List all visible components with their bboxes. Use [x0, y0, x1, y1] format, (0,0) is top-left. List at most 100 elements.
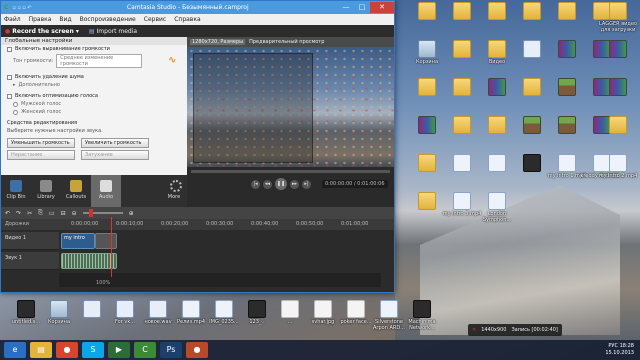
menu-tools[interactable]: Сервис [144, 16, 166, 23]
menu-playback[interactable]: Воспроизведение [80, 16, 136, 23]
menu-help[interactable]: Справка [174, 16, 200, 23]
tray-time[interactable]: 18:28 [620, 343, 634, 349]
skype-icon[interactable]: S [82, 342, 104, 358]
desktop-icon[interactable]: LAGGER видео для загрузки [596, 2, 640, 33]
undo-icon[interactable]: ↶ [5, 210, 10, 217]
pause-icon[interactable]: ❚❚ [275, 178, 287, 190]
tab-audio[interactable]: Audio [91, 175, 121, 207]
voice-optimization-row[interactable]: Включить оптимизацию голоса [1, 92, 187, 100]
video-clip-2[interactable] [95, 233, 117, 249]
menu-file[interactable]: Файл [4, 16, 21, 23]
mp4-icon [609, 154, 627, 172]
recorder-icon[interactable]: ● [186, 342, 208, 358]
audio-track-header[interactable]: Звук 1 [1, 252, 59, 270]
split-icon[interactable]: ⊟ [61, 210, 66, 217]
desktop-icon[interactable] [596, 116, 640, 135]
tab-library[interactable]: Library [31, 175, 61, 207]
camtasia-logo-icon: C [4, 4, 9, 11]
close-button[interactable]: ✕ [370, 2, 394, 13]
tracks-menu[interactable]: Дорожки [5, 221, 29, 227]
female-voice-row[interactable]: Женский голос [1, 108, 187, 116]
folder-icon [488, 2, 506, 20]
global-settings-header[interactable]: Глобальные настройки [1, 37, 187, 45]
ie-icon[interactable]: e [4, 342, 26, 358]
volume-leveling-checkbox[interactable] [7, 46, 12, 52]
tab-clip-bin[interactable]: Clip Bin [1, 175, 31, 207]
media-icon[interactable]: ▶ [108, 342, 130, 358]
zoom-slider-handle[interactable] [88, 209, 93, 217]
recorder-status[interactable]: ✕ 1440x900 Запись [00:02:40] [468, 324, 562, 336]
tab-more[interactable]: More [161, 175, 187, 207]
redo-icon[interactable]: ↷ [16, 210, 21, 217]
noise-removal-row[interactable]: Включить удаление шума [1, 73, 187, 81]
explorer-icon[interactable]: ▤ [30, 342, 52, 358]
advanced-row[interactable]: ▸ Дополнительно [1, 81, 187, 89]
desktop-icon[interactable]: Machinima Network... [400, 300, 444, 331]
skip-forward-icon[interactable]: ▸| [302, 179, 311, 189]
folder-icon [488, 40, 506, 58]
skip-back-icon[interactable]: |◂ [251, 179, 260, 189]
desktop-icon-label: Корзина [47, 319, 71, 325]
zoom-in-icon[interactable]: ⊕ [129, 210, 134, 217]
fade-in-button[interactable]: Нарастание [7, 150, 75, 160]
camtasia-icon[interactable]: C [134, 342, 156, 358]
desktop-icon[interactable] [596, 78, 640, 97]
advanced-label[interactable]: Дополнительно [19, 82, 60, 88]
zoom-out-icon[interactable]: ⊖ [72, 210, 77, 217]
photoshop-icon[interactable]: Ps [160, 342, 182, 358]
chrome-icon[interactable]: ● [56, 342, 78, 358]
tray-language[interactable]: РУС [608, 343, 618, 349]
video-clip[interactable]: my intro [61, 233, 95, 249]
timeline-playhead[interactable] [111, 217, 112, 277]
maximize-button[interactable]: □ [354, 2, 370, 13]
desktop-icon[interactable] [596, 40, 640, 59]
increase-volume-button[interactable]: Увеличить громкость [81, 138, 149, 148]
preview-canvas[interactable] [187, 47, 394, 167]
import-media-button[interactable]: Import media [89, 28, 138, 35]
mc-icon [523, 116, 541, 134]
volume-tone-select[interactable]: Среднее изменение громкости [56, 54, 143, 68]
noise-removal-checkbox[interactable] [7, 74, 12, 80]
tray-date[interactable]: 15.10.2013 [605, 350, 634, 357]
recorder-size: 1440x900 [481, 327, 507, 333]
preview-nested-window [193, 53, 313, 163]
audio-clip-waveform[interactable] [61, 253, 117, 269]
male-voice-radio[interactable] [13, 101, 18, 107]
resolution-dropdown[interactable]: 1280x720, Размеры [190, 39, 246, 45]
voice-optimization-checkbox[interactable] [7, 93, 12, 99]
rar-icon [418, 116, 436, 134]
paste-icon[interactable]: ▭ [49, 210, 55, 217]
zoom-level: 100% [96, 280, 111, 286]
menu-edit[interactable]: Правка [29, 16, 52, 23]
preview-seek-bar[interactable] [191, 170, 390, 173]
minimize-button[interactable]: — [338, 2, 354, 13]
video-track-header[interactable]: Видео 1 [1, 232, 59, 250]
desktop-icon-label: Machinima Network... [408, 319, 436, 331]
mp4-icon [488, 154, 506, 172]
menu-view[interactable]: Вид [59, 16, 71, 23]
fade-out-button[interactable]: Затухание [81, 150, 149, 160]
recorder-stop-icon[interactable]: ✕ [472, 327, 476, 333]
timeline-ruler[interactable]: Дорожки 0:00:00;00 0:00:10;00 0:00:20;00… [1, 219, 394, 230]
tab-callouts[interactable]: Callouts [61, 175, 91, 207]
system-tray[interactable]: РУС 18:28 15.10.2013 [605, 343, 640, 357]
playback-controls: |◂ ◂◂ ❚❚ ▸▸ ▸| 0:00:00:00 / 0:01:00:06 [187, 177, 394, 191]
record-screen-button[interactable]: Record the screen ▾ [5, 28, 79, 35]
zoom-slider[interactable] [82, 209, 123, 217]
copy-icon[interactable]: ⎘ [38, 209, 43, 217]
cut-icon[interactable]: ✂ [27, 210, 32, 217]
step-forward-icon[interactable]: ▸▸ [290, 179, 299, 189]
folder-icon [609, 2, 627, 20]
desktop-icon[interactable]: my intro 2.mp4 [596, 154, 640, 179]
desktop-icon[interactable]: London Symphon... [475, 192, 519, 223]
female-voice-radio[interactable] [13, 109, 18, 115]
folder-icon [418, 192, 436, 210]
folder-icon [488, 116, 506, 134]
volume-leveling-row[interactable]: Включить выравнивание громкости [1, 45, 187, 53]
male-voice-row[interactable]: Мужской голос [1, 100, 187, 108]
file-icon [347, 300, 365, 318]
timeline-tracks: Видео 1 Звук 1 my intro [1, 230, 394, 292]
step-back-icon[interactable]: ◂◂ [263, 179, 272, 189]
decrease-volume-button[interactable]: Уменьшить громкость [7, 138, 75, 148]
folder-icon [453, 2, 471, 20]
